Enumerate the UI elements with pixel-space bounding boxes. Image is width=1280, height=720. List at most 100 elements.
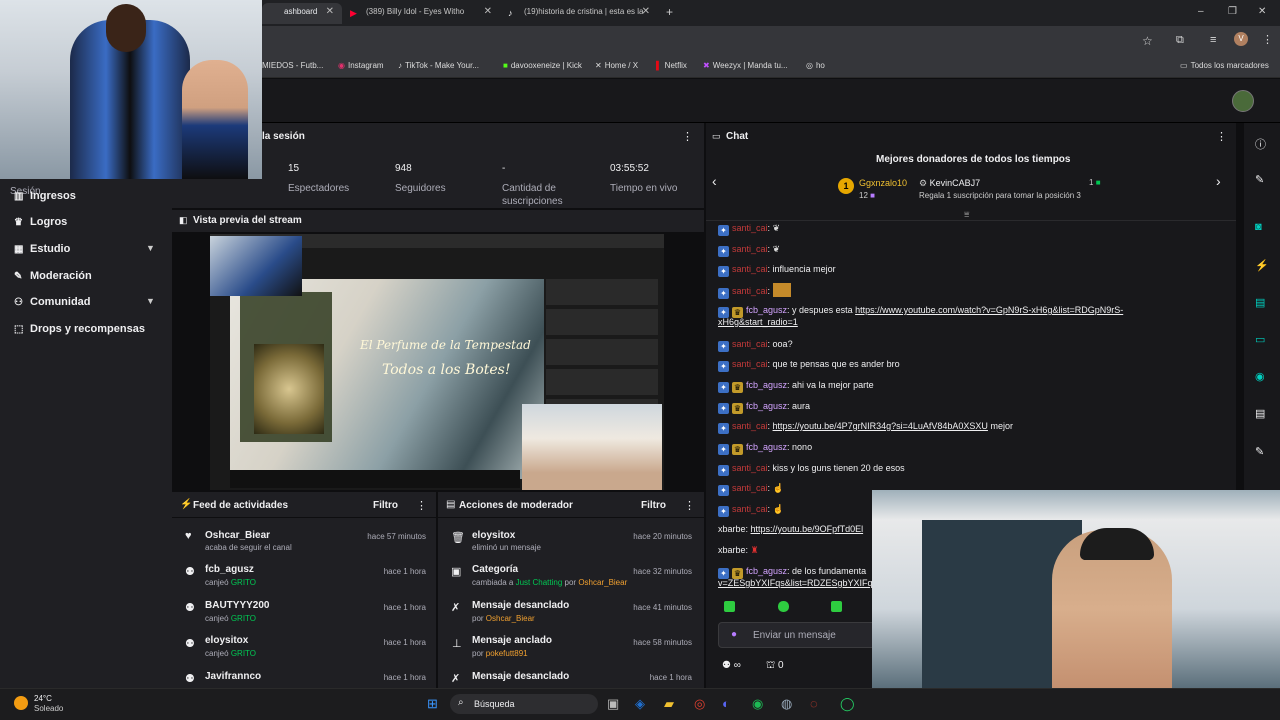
chat-message: xbarbe: https://youtu.be/9OFpfTd0El	[718, 524, 864, 534]
chat-message: ✦ santi_cai: ooa?	[718, 339, 793, 352]
document-icon[interactable]: ▤	[1255, 296, 1265, 309]
webcam-overlay-top	[0, 0, 262, 179]
task-view-icon[interactable]: ▣	[607, 696, 619, 712]
profile-avatar[interactable]: V	[1234, 32, 1248, 46]
close-tab-icon[interactable]: ✕	[642, 6, 650, 17]
all-bookmarks-button[interactable]: ▭ Todos los marcadores	[1180, 61, 1269, 70]
bookmark-item[interactable]: ✖ Weezyx | Manda tu...	[703, 61, 788, 70]
nav-item-moderacion[interactable]: ✎ Moderación	[14, 270, 92, 282]
maximize-button[interactable]: ❐	[1228, 6, 1237, 17]
tab-tiktok[interactable]: ♪ (19)historia de cristina | esta es la …	[502, 3, 658, 24]
extensions-icon[interactable]: ⧉	[1176, 34, 1184, 47]
chart-icon: ▥	[14, 191, 24, 202]
tab-youtube[interactable]: ▶ (389) Billy Idol - Eyes Witho ✕	[344, 3, 500, 24]
user-avatar[interactable]	[1232, 90, 1254, 112]
close-window-button[interactable]: ✕	[1258, 6, 1266, 17]
media-icon[interactable]: ≡	[1210, 34, 1216, 46]
points-icon: ⚉	[185, 673, 195, 685]
broadcast-icon[interactable]: ◉	[1255, 370, 1265, 383]
spotify-icon[interactable]: ◉	[752, 696, 763, 712]
activity-time: hace 1 hora	[383, 638, 426, 647]
chat-link[interactable]: xH6g&start_radio=1	[718, 317, 798, 327]
bookmark-item[interactable]: MIEDOS - Futb...	[262, 61, 323, 70]
stack-icon[interactable]: ▤	[1255, 407, 1265, 420]
edit-icon[interactable]: ✎	[1255, 173, 1264, 186]
nav-item-ingresos[interactable]: ▥ Ingresos	[14, 190, 76, 202]
chat-input[interactable]: ● Enviar un mensaje	[718, 622, 878, 648]
activity-name[interactable]: Oshcar_Biear	[205, 530, 270, 541]
star-icon[interactable]: ☆	[1142, 34, 1153, 48]
lightning-icon[interactable]: ⚡	[1255, 259, 1269, 272]
search-label: Búsqueda	[474, 699, 515, 709]
mod-action-name[interactable]: Categoría	[472, 564, 518, 575]
whatsapp-icon[interactable]: ◯	[840, 696, 855, 712]
chat-link[interactable]: v=ZESgbYXIFqs&list=RDZESgbYXIFqs	[718, 578, 877, 588]
nav-item-estudio[interactable]: ▦ Estudio ▼	[14, 243, 155, 255]
donor-name[interactable]: Ggxnzalo10	[859, 178, 907, 188]
chrome-icon[interactable]: ◎	[694, 696, 705, 712]
mod-action-name[interactable]: Mensaje desanclado	[472, 671, 569, 682]
camera-icon[interactable]: ◙	[1255, 221, 1262, 233]
mod-action-name[interactable]: Mensaje desanclado	[472, 600, 569, 611]
close-tab-icon[interactable]: ✕	[326, 6, 334, 17]
chevron-left-icon[interactable]: ‹	[712, 173, 717, 189]
nav-item-drops[interactable]: ⬚ Drops y recompensas	[14, 323, 145, 335]
steam-icon[interactable]: ◍	[781, 696, 792, 712]
file-explorer-icon[interactable]: ▰	[664, 696, 674, 712]
crown-icon: ♛	[732, 382, 743, 393]
weather-temp[interactable]: 24°C	[34, 694, 52, 703]
nav-item-logros[interactable]: ♛ Logros	[14, 216, 67, 228]
close-tab-icon[interactable]: ✕	[484, 6, 492, 17]
emote-icon: ❦	[772, 223, 781, 233]
activity-name[interactable]: eloysitox	[205, 635, 248, 646]
mod-action-name[interactable]: eloysitox	[472, 530, 515, 541]
bookmark-item[interactable]: ✕ Home / X	[595, 61, 638, 70]
bookmark-item[interactable]: ▌ Netflix	[656, 61, 687, 70]
emote-button[interactable]	[778, 601, 789, 615]
filter-button[interactable]: Filtro	[373, 500, 398, 511]
discord-icon[interactable]: ◐	[722, 696, 730, 711]
chat-bubble-icon[interactable]: ▭	[1255, 333, 1265, 346]
chat-link[interactable]: https://www.youtube.com/watch?v=GpN9rS-x…	[855, 305, 1123, 315]
gift-counter[interactable]: ⛫ 0	[766, 660, 784, 673]
chat-message: ✦ santi_cai: influencia mejor	[718, 264, 836, 277]
new-tab-button[interactable]: +	[666, 5, 673, 19]
points-counter[interactable]: ⚉ ∞	[722, 660, 741, 671]
kebab-menu-icon[interactable]: ⋮	[682, 130, 693, 143]
bookmark-item[interactable]: ◉ Instagram	[338, 61, 384, 70]
kebab-menu-icon[interactable]: ⋮	[1262, 33, 1273, 46]
player-head	[106, 4, 146, 52]
emote-button[interactable]	[724, 601, 735, 615]
copilot-icon[interactable]: ◈	[635, 696, 645, 712]
chat-link[interactable]: https://youtu.be/9OFpfTd0El	[751, 524, 864, 534]
app-icon[interactable]: ◌	[810, 696, 818, 711]
mod-action-name[interactable]: Mensaje anclado	[472, 635, 552, 646]
kebab-menu-icon[interactable]: ⋮	[684, 499, 695, 512]
collapse-icon[interactable]: ⩸	[964, 209, 969, 220]
bookmark-item[interactable]: ■ davooxeneize | Kick	[503, 61, 582, 70]
tiktok-icon: ♪	[508, 8, 513, 18]
tab-dashboard[interactable]: ashboard ✕	[262, 3, 342, 24]
taskbar-search[interactable]: ⌕ Búsqueda	[450, 694, 598, 714]
bookmark-item[interactable]: ◎ ho	[806, 61, 825, 70]
windows-start-icon[interactable]: ⊞	[427, 696, 438, 712]
filter-button[interactable]: Filtro	[641, 500, 666, 511]
chat-link[interactable]: https://youtu.be/4P7grNIR34g?si=4LuAfV84…	[773, 421, 988, 431]
kebab-menu-icon[interactable]: ⋮	[416, 499, 427, 512]
nav-item-comunidad[interactable]: ⚇ Comunidad ▼	[14, 296, 155, 308]
wrench-icon[interactable]: ✎	[1255, 445, 1264, 458]
bookmark-item[interactable]: ♪ TikTok - Make Your...	[398, 61, 479, 70]
badge-icon: ✦	[718, 225, 729, 236]
donor-name[interactable]: ⚙ KevinCABJ7	[919, 178, 980, 189]
minimize-button[interactable]: –	[1198, 6, 1204, 17]
activity-name[interactable]: fcb_agusz	[205, 564, 254, 575]
kebab-menu-icon[interactable]: ⋮	[1216, 130, 1227, 143]
top-donors-title: Mejores donadores de todos los tiempos	[876, 154, 1071, 165]
stream-preview[interactable]: El Perfume de la Tempestad Todos a los B…	[210, 234, 664, 490]
lightning-icon: ⚡	[180, 499, 193, 510]
activity-name[interactable]: BAUTYYY200	[205, 600, 269, 611]
emote-button[interactable]	[831, 601, 842, 615]
activity-name[interactable]: Javifrannco	[205, 671, 261, 682]
chevron-right-icon[interactable]: ›	[1216, 173, 1221, 189]
info-icon[interactable]: ⓘ	[1255, 136, 1266, 152]
